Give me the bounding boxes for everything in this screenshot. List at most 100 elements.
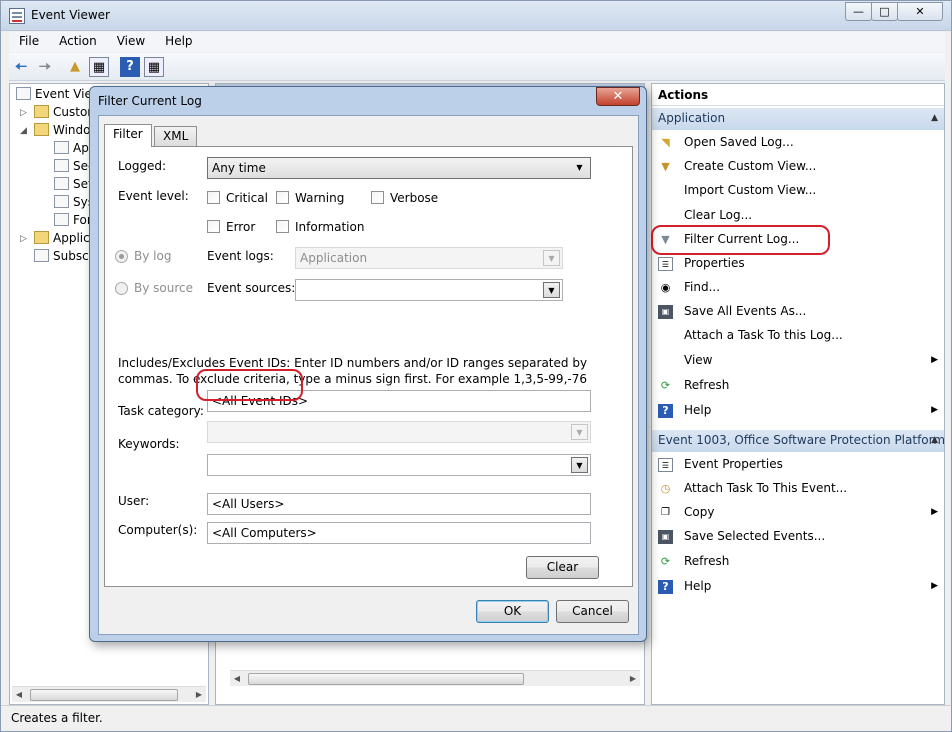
- action-save-all-events-as[interactable]: ▣ Save All Events As...: [652, 301, 944, 323]
- scroll-left-icon[interactable]: ◀: [12, 687, 26, 703]
- tree-item-applications-and-services[interactable]: Applic: [34, 231, 90, 245]
- refresh-icon: ⟳: [660, 379, 671, 392]
- warning-checkbox[interactable]: [276, 191, 289, 204]
- expand-arrow-icon[interactable]: ▷: [20, 234, 27, 244]
- warning-label: Warning: [295, 191, 345, 205]
- copy-icon: ❐: [661, 507, 670, 518]
- menu-file[interactable]: File: [9, 32, 49, 52]
- action-copy[interactable]: ❐ Copy ▶: [652, 502, 944, 524]
- folder-open-icon: ◥: [661, 136, 670, 149]
- status-bar: Creates a filter.: [1, 705, 951, 731]
- collapse-icon[interactable]: ▲: [931, 435, 938, 445]
- forward-icon[interactable]: 🠆: [35, 57, 55, 77]
- maximize-button[interactable]: □: [871, 2, 898, 21]
- tree-item-setup[interactable]: Set: [54, 177, 93, 191]
- action-event-properties[interactable]: ☰ Event Properties: [652, 454, 944, 476]
- action-attach-task-to-log[interactable]: Attach a Task To this Log...: [652, 325, 944, 347]
- chevron-down-icon: ▼: [543, 250, 560, 266]
- scroll-thumb[interactable]: [30, 689, 178, 701]
- event-viewer-icon: [16, 87, 31, 100]
- tree-horizontal-scrollbar[interactable]: ◀ ▶: [12, 686, 206, 702]
- action-refresh[interactable]: ⟳ Refresh: [652, 375, 944, 397]
- submenu-arrow-icon: ▶: [931, 355, 938, 365]
- user-input[interactable]: <All Users>: [207, 493, 591, 515]
- minimize-button[interactable]: —: [845, 2, 872, 21]
- keywords-dropdown[interactable]: ▼: [207, 454, 591, 476]
- tree-item-subscriptions[interactable]: Subscr: [34, 249, 94, 263]
- event-level-label: Event level:: [118, 189, 189, 203]
- collapse-arrow-icon[interactable]: ◢: [20, 126, 27, 136]
- window-title: Event Viewer: [31, 8, 110, 22]
- tab-filter[interactable]: Filter: [104, 124, 152, 147]
- folder-icon: [34, 231, 49, 244]
- tree-item-system[interactable]: Sys: [54, 195, 94, 209]
- action-properties[interactable]: ☰ Properties: [652, 253, 944, 275]
- by-source-radio[interactable]: [115, 282, 128, 295]
- log-icon: [54, 177, 69, 190]
- collapse-icon[interactable]: ▲: [931, 113, 938, 123]
- help-icon[interactable]: ?: [120, 57, 140, 77]
- scroll-right-icon[interactable]: ▶: [192, 687, 206, 703]
- clear-button[interactable]: Clear: [526, 556, 599, 579]
- action-clear-log[interactable]: Clear Log...: [652, 205, 944, 227]
- action-help-event[interactable]: ? Help ▶: [652, 576, 944, 598]
- tree-item-application[interactable]: Ap: [54, 141, 89, 155]
- event-sources-label: Event sources:: [207, 281, 296, 295]
- scroll-right-icon[interactable]: ▶: [626, 671, 640, 687]
- action-open-saved-log[interactable]: ◥ Open Saved Log...: [652, 132, 944, 154]
- actions-section-event[interactable]: Event 1003, Office Software Protection P…: [652, 430, 944, 452]
- verbose-label: Verbose: [390, 191, 439, 205]
- cancel-button[interactable]: Cancel: [556, 600, 629, 623]
- tree-item-windows-logs[interactable]: Windo: [34, 123, 91, 137]
- error-label: Error: [226, 220, 256, 234]
- action-import-custom-view[interactable]: Import Custom View...: [652, 180, 944, 202]
- action-help[interactable]: ? Help ▶: [652, 400, 944, 422]
- action-refresh-event[interactable]: ⟳ Refresh: [652, 551, 944, 573]
- action-find[interactable]: ◉ Find...: [652, 277, 944, 299]
- tab-xml[interactable]: XML: [154, 126, 198, 146]
- submenu-arrow-icon: ▶: [931, 581, 938, 591]
- help-icon: ?: [658, 404, 673, 418]
- action-attach-task-to-event[interactable]: ◷ Attach Task To This Event...: [652, 478, 944, 500]
- by-log-radio[interactable]: [115, 250, 128, 263]
- scroll-left-icon[interactable]: ◀: [230, 671, 244, 687]
- information-checkbox[interactable]: [276, 220, 289, 233]
- filter-panel: Logged: Any time ▼ Event level: Critical …: [104, 146, 633, 587]
- computers-input[interactable]: <All Computers>: [207, 522, 591, 544]
- title-bar: Event Viewer — □ ✕: [1, 1, 951, 31]
- show-hide-action-pane-icon[interactable]: ▦: [144, 57, 164, 77]
- dialog-close-button[interactable]: ✕: [596, 87, 640, 106]
- task-category-label: Task category:: [118, 404, 204, 418]
- back-icon[interactable]: 🠄: [11, 57, 31, 77]
- error-checkbox[interactable]: [207, 220, 220, 233]
- chevron-down-icon: ▼: [576, 163, 583, 172]
- expand-arrow-icon[interactable]: ▷: [20, 108, 27, 118]
- logged-label: Logged:: [118, 159, 167, 173]
- close-button[interactable]: ✕: [897, 2, 943, 21]
- help-icon: ?: [658, 580, 673, 594]
- event-sources-dropdown[interactable]: ▼: [295, 279, 563, 301]
- action-save-selected-events[interactable]: ▣ Save Selected Events...: [652, 526, 944, 548]
- submenu-arrow-icon: ▶: [931, 507, 938, 517]
- show-hide-console-tree-icon[interactable]: ▦: [89, 57, 109, 77]
- tree-item-forwarded-events[interactable]: For: [54, 213, 92, 227]
- log-horizontal-scrollbar[interactable]: ◀ ▶: [230, 670, 640, 686]
- up-folder-icon[interactable]: ▲: [65, 57, 85, 77]
- verbose-checkbox[interactable]: [371, 191, 384, 204]
- task-icon: ◷: [660, 482, 671, 495]
- menu-bar: File Action View Help: [9, 32, 945, 52]
- submenu-arrow-icon: ▶: [931, 405, 938, 415]
- by-source-label: By source: [134, 281, 193, 295]
- menu-view[interactable]: View: [107, 32, 155, 52]
- information-label: Information: [295, 220, 365, 234]
- menu-help[interactable]: Help: [155, 32, 202, 52]
- actions-section-application[interactable]: Application ▲: [652, 108, 944, 130]
- critical-checkbox[interactable]: [207, 191, 220, 204]
- ok-button[interactable]: OK: [476, 600, 549, 623]
- action-view[interactable]: View ▶: [652, 350, 944, 372]
- logged-dropdown[interactable]: Any time ▼: [207, 157, 591, 179]
- toolbar: 🠄 🠆 ▲ ▦ ? ▦: [9, 53, 945, 81]
- menu-action[interactable]: Action: [49, 32, 107, 52]
- scroll-thumb[interactable]: [248, 673, 524, 685]
- action-create-custom-view[interactable]: ▼ Create Custom View...: [652, 156, 944, 178]
